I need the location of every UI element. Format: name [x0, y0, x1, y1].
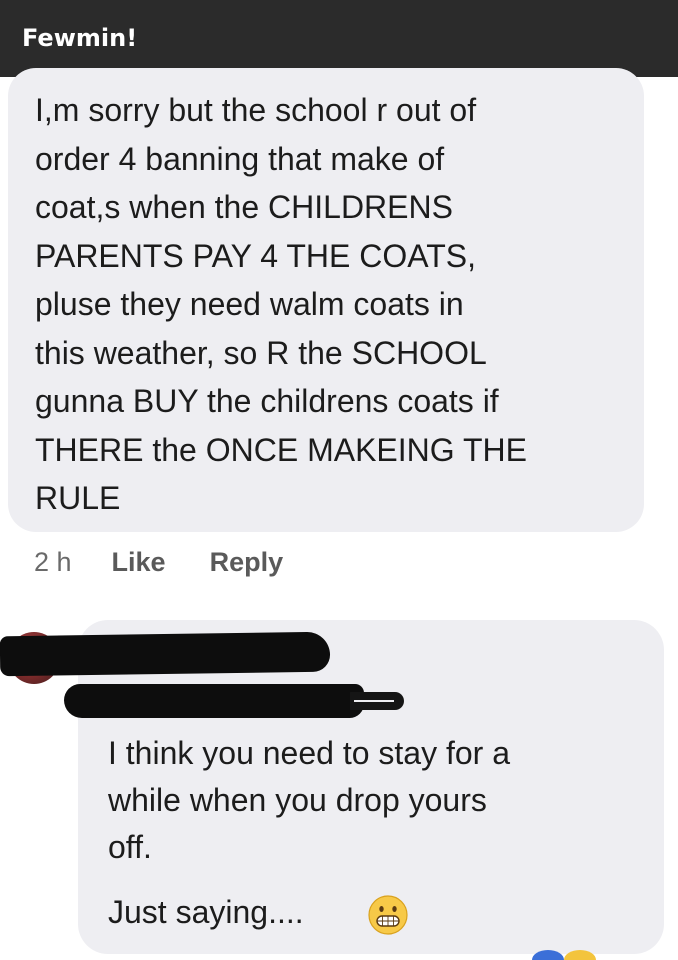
reply-text: I think you need to stay for a while whe…: [108, 735, 511, 865]
redacted-name-bar: [0, 631, 331, 677]
reaction-icons-partial: [532, 950, 596, 960]
caption-text: Fewmin!: [22, 24, 138, 52]
reply-button[interactable]: Reply: [210, 547, 284, 578]
screenshot-page: Fewmin! I,m sorry but the school r out o…: [0, 0, 678, 960]
comment-text: I,m sorry but the school r out of order …: [35, 92, 527, 516]
redaction-scratch-line: [354, 700, 394, 702]
comment-actions: 2 h Like Reply: [34, 544, 283, 580]
comment-timestamp: 2 h: [34, 546, 72, 577]
grinning-face-emoji: [368, 895, 408, 935]
redacted-name-bar-2: [64, 684, 364, 718]
like-button[interactable]: Like: [112, 547, 166, 578]
reply-signoff: Just saying....: [108, 894, 304, 930]
caption-bar: Fewmin!: [0, 0, 678, 77]
